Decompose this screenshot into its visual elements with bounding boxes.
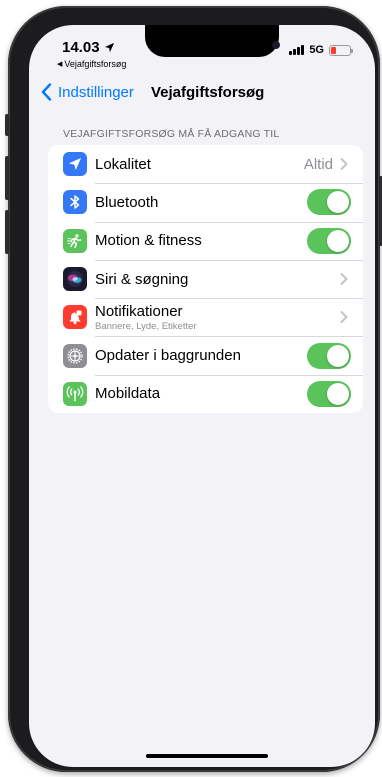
running-figure-icon <box>63 228 87 253</box>
row-label: Motion & fitness <box>95 232 202 250</box>
row-label-wrap: Siri & søgning <box>95 271 188 288</box>
chevron-left-icon <box>41 83 52 101</box>
row-label: Siri & søgning <box>95 270 189 288</box>
phone-frame: 14.03 ◀ Vejafgiftsforsøg 5G Indstillinge… <box>5 6 382 772</box>
status-indicators: 5G <box>289 44 353 56</box>
row-lokalitet[interactable]: Lokalitet Altid <box>48 145 363 183</box>
row-siri-search[interactable]: Siri & søgning <box>48 259 363 298</box>
row-mobile-data: Mobildata <box>48 374 363 413</box>
location-arrow-icon <box>104 42 114 53</box>
row-label-wrap: Lokalitet <box>95 156 151 173</box>
row-label-wrap: Mobildata <box>95 385 160 402</box>
row-bluetooth: Bluetooth <box>48 183 363 221</box>
row-label-wrap: Motion & fitness <box>95 232 202 249</box>
antenna-icon <box>63 381 87 406</box>
toggle-knob <box>327 382 349 405</box>
status-time: 14.03 <box>62 39 115 56</box>
row-label: Lokalitet <box>95 155 151 173</box>
section-header: VEJAFGIFTSFORSØG MÅ FÅ ADGANG TIL <box>63 128 280 140</box>
row-label: Notifikationer <box>95 302 183 320</box>
bell-icon <box>63 305 87 330</box>
background-refresh-toggle[interactable] <box>307 342 351 369</box>
navigation-bar: Indstillinger Vejafgiftsforsøg <box>29 81 375 105</box>
battery-icon <box>329 44 353 56</box>
toggle-knob <box>327 344 349 367</box>
back-to-app-link[interactable]: ◀ Vejafgiftsforsøg <box>57 59 126 69</box>
toggle-knob <box>327 229 349 252</box>
location-arrow-icon <box>63 152 87 177</box>
row-label: Opdater i baggrunden <box>95 347 241 365</box>
permissions-list: Lokalitet Altid Bluetooth Motion & fitne… <box>48 145 363 413</box>
siri-icon <box>63 267 87 292</box>
camera-dot <box>272 41 280 49</box>
volume-up-button <box>5 156 9 200</box>
bluetooth-toggle[interactable] <box>307 189 351 216</box>
motion-fitness-toggle[interactable] <box>307 227 351 254</box>
row-value: Altid <box>303 155 333 173</box>
row-sublabel: Bannere, Lyde, Etiketter <box>95 320 197 332</box>
status-time-text: 14.03 <box>62 39 100 56</box>
toggle-knob <box>327 191 349 214</box>
silent-switch <box>5 114 9 136</box>
mobile-data-toggle[interactable] <box>307 380 351 407</box>
row-label: Mobildata <box>95 385 161 403</box>
home-indicator[interactable] <box>146 754 268 758</box>
row-label-wrap: Notifikationer Bannere, Lyde, Etiketter <box>95 303 197 332</box>
network-type: 5G <box>309 44 324 56</box>
row-motion-fitness: Motion & fitness <box>48 221 363 260</box>
back-triangle-icon: ◀ <box>57 61 63 68</box>
screen: 14.03 ◀ Vejafgiftsforsøg 5G Indstillinge… <box>29 25 375 767</box>
bluetooth-icon <box>63 190 87 215</box>
page-title: Vejafgiftsforsøg <box>151 84 265 101</box>
row-background-refresh: Opdater i baggrunden <box>48 336 363 374</box>
volume-down-button <box>5 210 9 254</box>
chevron-right-icon <box>340 311 348 324</box>
notch <box>145 25 280 57</box>
row-label-wrap: Bluetooth <box>95 194 158 211</box>
battery-level <box>331 46 336 54</box>
row-label-wrap: Opdater i baggrunden <box>95 347 241 364</box>
chevron-right-icon <box>340 273 348 286</box>
back-button-label: Indstillinger <box>58 83 134 101</box>
chevron-right-icon <box>340 158 348 171</box>
back-to-app-label: Vejafgiftsforsøg <box>64 59 127 69</box>
row-notifications[interactable]: Notifikationer Bannere, Lyde, Etiketter <box>48 298 363 336</box>
back-button[interactable]: Indstillinger <box>41 83 134 101</box>
gear-icon <box>63 343 87 368</box>
cellular-signal-icon <box>289 45 305 55</box>
row-label: Bluetooth <box>95 193 159 211</box>
